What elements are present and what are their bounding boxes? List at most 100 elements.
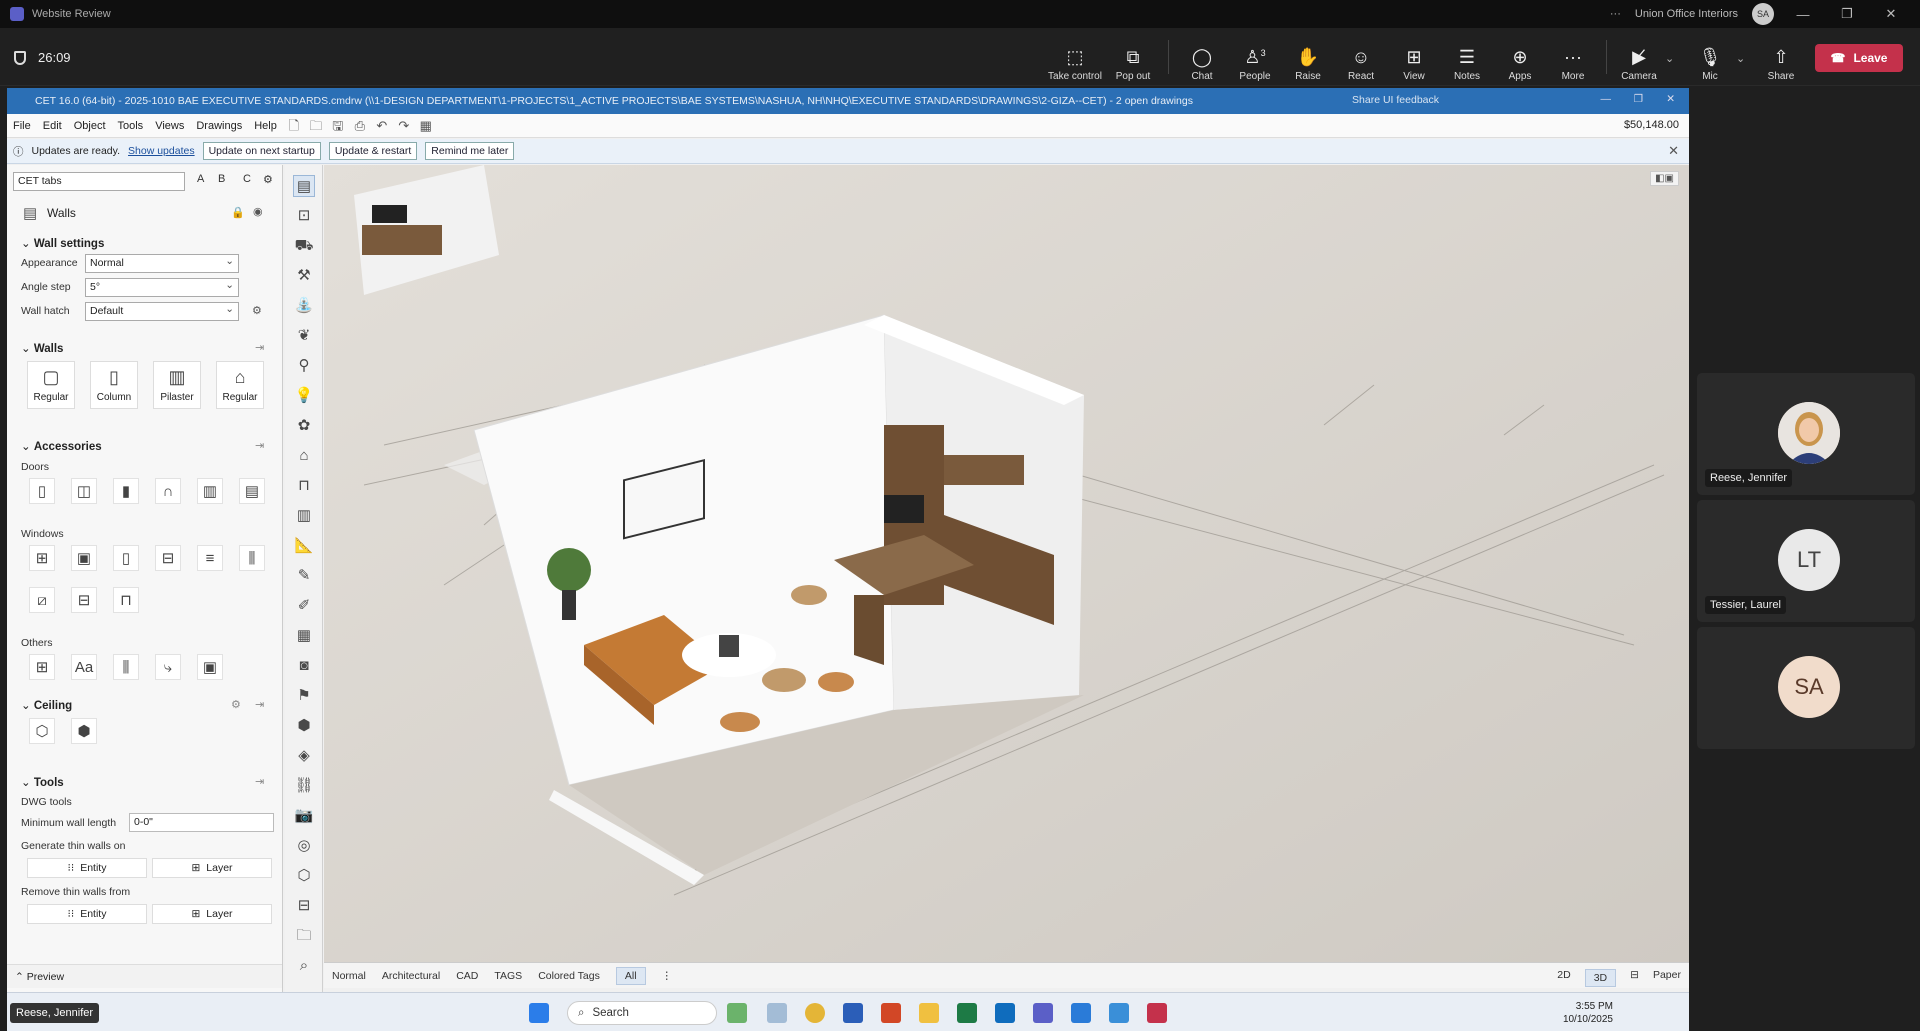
window-panel-icon[interactable]: ⊟ xyxy=(155,545,181,571)
tabs-more-icon[interactable]: ⋮ xyxy=(662,970,673,982)
lighting-tool-icon[interactable]: 💡 xyxy=(293,385,315,407)
generate-layer-button[interactable]: ⊞ Layer xyxy=(152,858,272,878)
window-blinds-icon[interactable]: ≡ xyxy=(197,545,223,571)
camera-tool-icon[interactable]: 📷 xyxy=(293,805,315,827)
render-tool-icon[interactable]: ◙ xyxy=(293,655,315,677)
new-file-icon[interactable]: 🗋 xyxy=(285,118,303,134)
storage-tool-icon[interactable]: ▥ xyxy=(293,505,315,527)
redo-icon[interactable]: ↷ xyxy=(395,118,413,134)
tab-colored-tags[interactable]: Colored Tags xyxy=(538,970,600,982)
snip-tool-icon[interactable] xyxy=(767,1003,787,1023)
window-casement-icon[interactable]: ⧄ xyxy=(29,587,55,613)
preview-toggle[interactable]: ⌃ Preview xyxy=(7,964,282,988)
participant-tile[interactable]: LT Tessier, Laurel xyxy=(1697,500,1915,622)
windows-start-icon[interactable] xyxy=(529,1003,549,1023)
participant-tile[interactable]: Reese, Jennifer xyxy=(1697,373,1915,495)
lock-icon[interactable]: 🔒 xyxy=(231,206,245,219)
view-2d[interactable]: 2D xyxy=(1557,969,1570,987)
bath-tool-icon[interactable]: ⛲ xyxy=(293,295,315,317)
menu-views[interactable]: Views xyxy=(149,120,190,132)
door-glass-icon[interactable]: ▥ xyxy=(197,478,223,504)
other-frame-icon[interactable]: ▣ xyxy=(197,654,223,680)
tab-settings-gear-icon[interactable]: ⚙ xyxy=(263,173,273,186)
split-view-icon[interactable]: ⊟ xyxy=(1630,969,1639,987)
camera-options-chevron-icon[interactable]: ⌄ xyxy=(1665,52,1674,65)
other-grid-icon[interactable]: ⊞ xyxy=(29,654,55,680)
print-icon[interactable]: ⎙ xyxy=(351,118,369,134)
mic-button[interactable]: 🎙 Mic xyxy=(1683,38,1737,82)
door-garage-icon[interactable]: ▤ xyxy=(239,478,265,504)
share-feedback-link[interactable]: Share UI feedback xyxy=(1352,94,1439,106)
walls-header[interactable]: Walls xyxy=(21,341,64,355)
react-button[interactable]: ☺ React xyxy=(1334,38,1388,82)
cet-app-icon[interactable] xyxy=(1109,1003,1129,1023)
flag-tool-icon[interactable]: ⚑ xyxy=(293,685,315,707)
floorplan-tool-icon[interactable]: ⊡ xyxy=(293,205,315,227)
cube-tool-icon[interactable]: ⬢ xyxy=(293,715,315,737)
tab-tags[interactable]: TAGS xyxy=(494,970,522,982)
window-grid-icon[interactable]: ⊞ xyxy=(29,545,55,571)
tab-all[interactable]: All xyxy=(615,966,646,985)
building-tool-icon[interactable]: ⌂ xyxy=(293,445,315,467)
ceiling-sloped-icon[interactable]: ⬢ xyxy=(71,718,97,744)
dismiss-update-icon[interactable]: ✕ xyxy=(1668,143,1679,159)
wall-hatch-select[interactable]: Default xyxy=(85,302,239,321)
outlook-icon[interactable] xyxy=(995,1003,1015,1023)
word-icon[interactable] xyxy=(843,1003,863,1023)
other-stairs-icon[interactable]: ⤷ xyxy=(155,654,181,680)
powerpoint-icon[interactable] xyxy=(881,1003,901,1023)
user-avatar[interactable]: SA xyxy=(1752,3,1774,25)
minimize-icon[interactable]: — xyxy=(1788,7,1818,22)
tools-export-icon[interactable]: ⇥ xyxy=(255,775,264,788)
view-button[interactable]: ⊞ View xyxy=(1387,38,1441,82)
people-button[interactable]: ♙3 People xyxy=(1228,38,1282,82)
measure-tool-icon[interactable]: 📐 xyxy=(293,535,315,557)
leave-button[interactable]: ☎ Leave xyxy=(1815,44,1903,72)
3d-viewport[interactable]: . ◧▣ xyxy=(324,165,1689,962)
remove-layer-button[interactable]: ⊞ Layer xyxy=(152,904,272,924)
tab-b[interactable]: B xyxy=(218,173,225,185)
window-double-hung-icon[interactable]: ⊟ xyxy=(71,587,97,613)
wall-settings-header[interactable]: Wall settings xyxy=(21,236,105,250)
column-tool[interactable]: ▯ Column xyxy=(90,361,138,409)
decor-tool-icon[interactable]: ❦ xyxy=(293,325,315,347)
camera-button[interactable]: ▶̸ Camera xyxy=(1612,38,1666,82)
cet-minimize-icon[interactable]: — xyxy=(1601,93,1612,105)
file-explorer-icon[interactable] xyxy=(919,1003,939,1023)
tab-a[interactable]: A xyxy=(197,173,204,185)
notes-button[interactable]: ☰ Notes xyxy=(1440,38,1494,82)
3d-model-tool-icon[interactable]: ⬡ xyxy=(293,865,315,887)
widgets-icon[interactable] xyxy=(727,1003,747,1023)
taskbar-search[interactable]: ⌕ Search xyxy=(567,1001,717,1025)
regular-wall-tool[interactable]: ▢ Regular xyxy=(27,361,75,409)
connect-tool-icon[interactable]: ⛓ xyxy=(293,775,315,797)
show-updates-link[interactable]: Show updates xyxy=(128,145,195,157)
window-slats-icon[interactable]: ⫼ xyxy=(239,545,265,571)
regular-wall-alt-tool[interactable]: ⌂ Regular xyxy=(216,361,264,409)
folder-tool-icon[interactable]: 🗀 xyxy=(293,925,315,947)
seating-tool-icon[interactable]: ⛟ xyxy=(293,235,315,257)
layout-icon[interactable]: ▦ xyxy=(417,118,435,134)
update-next-startup-button[interactable]: Update on next startup xyxy=(202,142,321,160)
pop-out-button[interactable]: ⧉ Pop out xyxy=(1106,38,1160,82)
other-railing-icon[interactable]: ⫼ xyxy=(113,654,139,680)
annotate-tool-icon[interactable]: ✐ xyxy=(293,595,315,617)
tab-normal[interactable]: Normal xyxy=(332,970,366,982)
save-icon[interactable]: 🖫 xyxy=(329,118,347,134)
open-folder-icon[interactable]: 🗀 xyxy=(307,118,325,134)
participant-tile[interactable]: SA xyxy=(1697,627,1915,749)
vr-tool-icon[interactable]: ◎ xyxy=(293,835,315,857)
cet-tabs-select[interactable]: CET tabs xyxy=(13,172,185,191)
remind-later-button[interactable]: Remind me later xyxy=(425,142,515,160)
window-picture-icon[interactable]: ▣ xyxy=(71,545,97,571)
ceiling-settings-icon[interactable]: ⚙ xyxy=(231,698,241,711)
ceiling-header[interactable]: Ceiling xyxy=(21,698,72,712)
pilaster-tool[interactable]: ▥ Pilaster xyxy=(153,361,201,409)
fixtures-tool-icon[interactable]: ⚲ xyxy=(293,355,315,377)
cet-close-icon[interactable]: ✕ xyxy=(1666,93,1675,105)
more-button[interactable]: ··· More xyxy=(1546,38,1600,82)
menu-edit[interactable]: Edit xyxy=(37,120,68,132)
window-tall-icon[interactable]: ▯ xyxy=(113,545,139,571)
material-tool-icon[interactable]: ◈ xyxy=(293,745,315,767)
remove-entity-button[interactable]: ⁝⁝ Entity xyxy=(27,904,147,924)
